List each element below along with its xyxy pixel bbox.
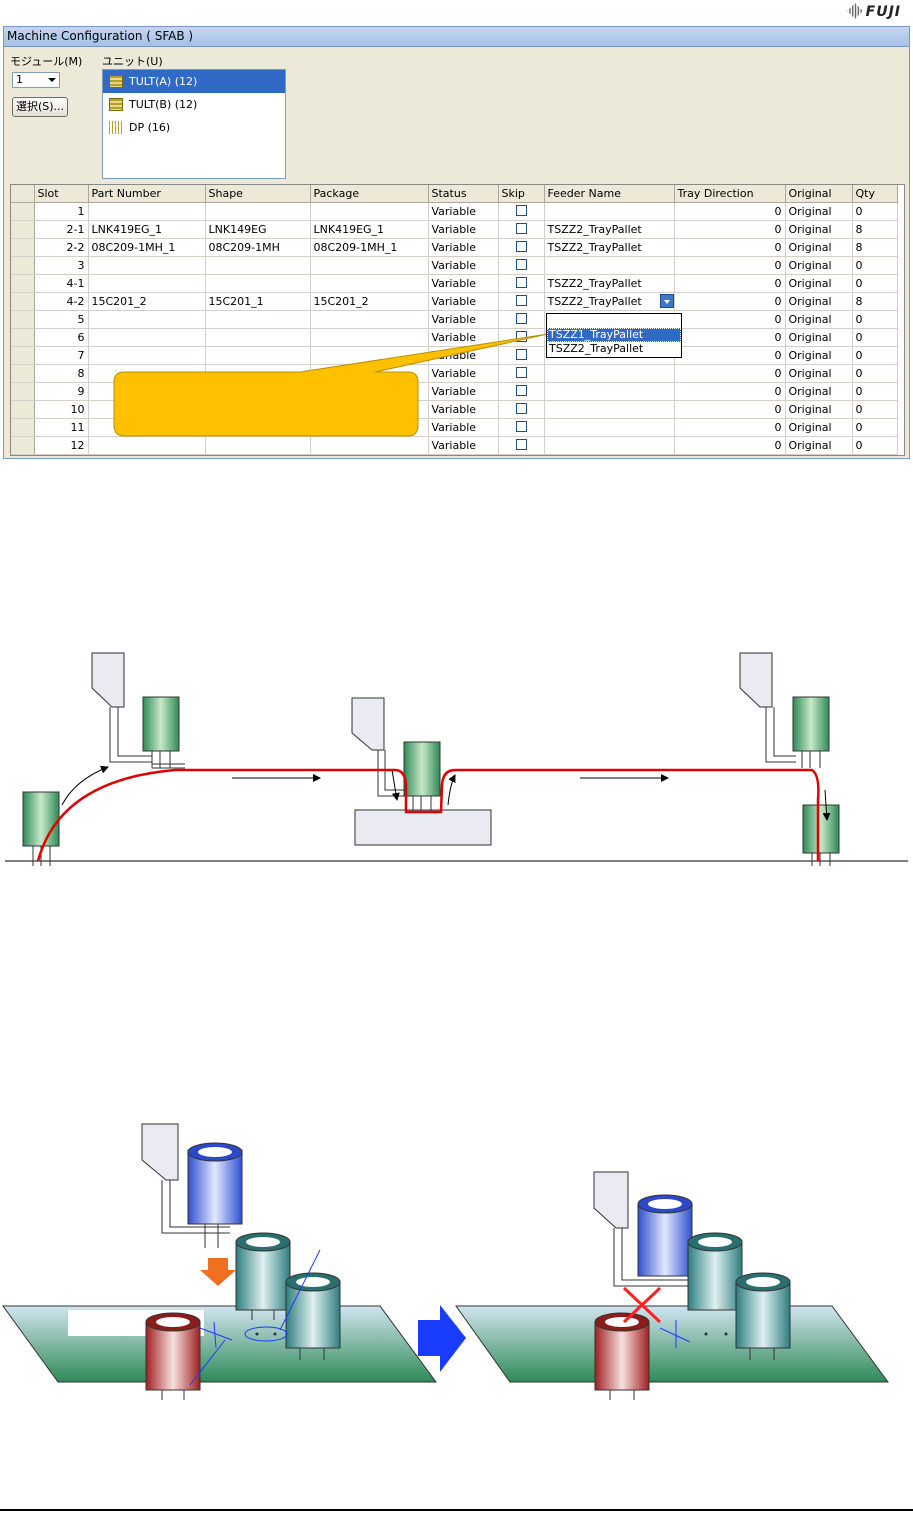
component-right-placed bbox=[802, 804, 840, 854]
component-blue-collided bbox=[637, 1194, 693, 1277]
callout-bubble bbox=[113, 333, 549, 437]
down-arrow-orange-icon bbox=[200, 1258, 236, 1286]
transition-arrow-icon bbox=[418, 1305, 466, 1372]
component-teal-3 bbox=[687, 1232, 743, 1311]
board-right bbox=[455, 1305, 889, 1383]
placement-flow-diagram bbox=[5, 652, 908, 866]
component-red-left bbox=[145, 1312, 201, 1400]
component-pickup bbox=[22, 791, 60, 847]
interference-diagram bbox=[2, 1123, 889, 1400]
board-left bbox=[2, 1305, 437, 1383]
component-teal-2 bbox=[285, 1272, 341, 1360]
component-left-held bbox=[142, 696, 180, 752]
page-bottom-rule bbox=[0, 1509, 913, 1511]
component-teal-4 bbox=[735, 1272, 791, 1360]
component-center bbox=[403, 741, 441, 797]
callout-layer bbox=[113, 333, 549, 437]
feeder-dropdown-list[interactable]: TSZZ1_TrayPallet TSZZ2_TrayPallet bbox=[546, 313, 682, 358]
component-teal-1 bbox=[235, 1232, 291, 1320]
nozzle-head-center bbox=[351, 697, 404, 797]
component-right-held bbox=[792, 696, 830, 752]
component-blue-falling bbox=[187, 1142, 243, 1248]
dropdown-option-empty[interactable] bbox=[547, 314, 681, 328]
component-red-right bbox=[594, 1312, 650, 1400]
dropdown-option-tszz1[interactable]: TSZZ1_TrayPallet bbox=[547, 328, 681, 342]
dropdown-option-tszz2[interactable]: TSZZ2_TrayPallet bbox=[547, 342, 681, 356]
nozzle-head-right bbox=[739, 652, 796, 763]
stage-block bbox=[354, 809, 492, 846]
